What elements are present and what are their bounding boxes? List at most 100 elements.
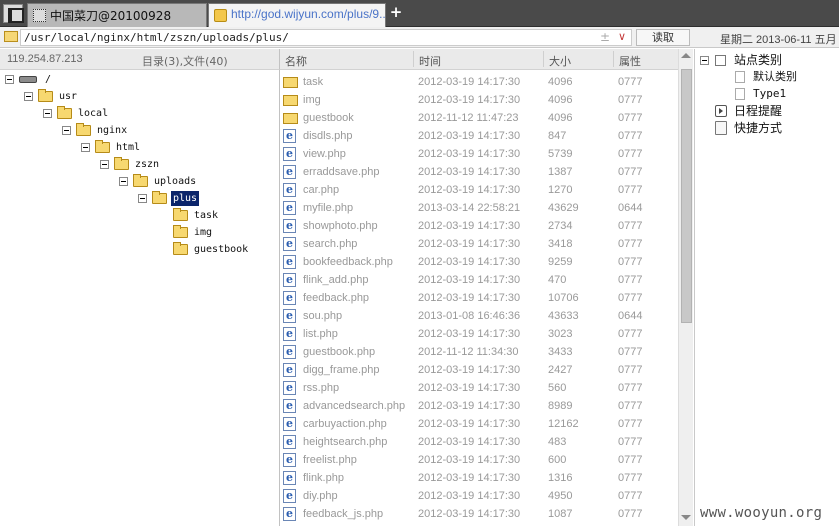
file-row[interactable]: erraddsave.php 2012-03-19 14:17:30 1387 077… bbox=[280, 163, 678, 181]
folder-icon bbox=[114, 157, 129, 170]
plus-minus-icon[interactable]: ± bbox=[600, 30, 610, 44]
tree-label: plus bbox=[171, 191, 200, 206]
collapse-icon[interactable] bbox=[24, 92, 33, 101]
collapse-icon[interactable] bbox=[81, 143, 90, 152]
scroll-thumb[interactable] bbox=[681, 69, 692, 323]
file-time: 2012-03-19 14:17:30 bbox=[418, 472, 521, 484]
file-size: 1270 bbox=[548, 184, 573, 196]
collapse-icon[interactable] bbox=[62, 126, 71, 135]
directory-tree: / usr local nginx html zszn uploads plus… bbox=[0, 70, 280, 526]
scroll-down-icon[interactable] bbox=[681, 515, 691, 520]
file-size: 1316 bbox=[548, 472, 573, 484]
file-row[interactable]: carbuyaction.php 2012-03-19 14:17:30 12162… bbox=[280, 415, 678, 433]
file-name: guestbook bbox=[303, 112, 354, 124]
file-row[interactable]: task 2012-03-19 14:17:30 4096 0777 bbox=[280, 73, 678, 91]
php-file-icon bbox=[283, 271, 296, 289]
collapse-icon[interactable] bbox=[119, 177, 128, 186]
path-input[interactable]: /usr/local/nginx/html/zszn/uploads/plus/ bbox=[20, 29, 632, 46]
collapse-icon[interactable] bbox=[138, 194, 147, 203]
file-perm: 0777 bbox=[618, 76, 643, 88]
php-file-icon bbox=[283, 433, 296, 451]
column-header-name[interactable]: 名称 bbox=[285, 53, 307, 69]
column-header-perm[interactable]: 属性 bbox=[619, 53, 641, 69]
file-row[interactable]: flink_add.php 2012-03-19 14:17:30 470 0777 bbox=[280, 271, 678, 289]
file-size: 560 bbox=[548, 382, 567, 394]
collapse-icon[interactable] bbox=[43, 109, 52, 118]
collapse-icon[interactable] bbox=[700, 56, 709, 65]
file-name: showphoto.php bbox=[303, 220, 378, 232]
file-perm: 0777 bbox=[618, 400, 643, 412]
file-perm: 0777 bbox=[618, 454, 643, 466]
file-size: 12162 bbox=[548, 418, 579, 430]
file-perm: 0777 bbox=[618, 364, 643, 376]
file-time: 2012-03-19 14:17:30 bbox=[418, 418, 521, 430]
php-file-icon bbox=[283, 451, 296, 469]
php-file-icon bbox=[283, 289, 296, 307]
file-row[interactable]: car.php 2012-03-19 14:17:30 1270 0777 bbox=[280, 181, 678, 199]
file-list-scrollbar[interactable] bbox=[678, 49, 693, 526]
column-divider[interactable] bbox=[413, 51, 414, 67]
file-row[interactable]: sou.php 2013-01-08 16:46:36 43633 0644 bbox=[280, 307, 678, 325]
file-row[interactable]: guestbook 2012-11-12 11:47:23 4096 0777 bbox=[280, 109, 678, 127]
php-file-icon bbox=[283, 181, 296, 199]
window-menu-icon[interactable] bbox=[3, 4, 24, 23]
file-row[interactable]: flink.php 2012-03-19 14:17:30 1316 0777 bbox=[280, 469, 678, 487]
file-row[interactable]: advancedsearch.php 2012-03-19 14:17:30 898… bbox=[280, 397, 678, 415]
file-row[interactable]: list.php 2012-03-19 14:17:30 3023 0777 bbox=[280, 325, 678, 343]
file-perm: 0777 bbox=[618, 148, 643, 160]
file-name: advancedsearch.php bbox=[303, 400, 406, 412]
file-row[interactable]: feedback.php 2012-03-19 14:17:30 10706 0777 bbox=[280, 289, 678, 307]
file-row[interactable]: digg_frame.php 2012-03-19 14:17:30 2427 077… bbox=[280, 361, 678, 379]
file-row[interactable]: img 2012-03-19 14:17:30 4096 0777 bbox=[280, 91, 678, 109]
folder-icon bbox=[76, 123, 91, 136]
tree-label: guestbook bbox=[194, 244, 249, 255]
new-tab-button[interactable]: + bbox=[389, 5, 403, 21]
file-row[interactable]: search.php 2012-03-19 14:17:30 3418 0777 bbox=[280, 235, 678, 253]
tab-url[interactable]: http://god.wijyun.com/plus/9... bbox=[208, 3, 386, 27]
file-perm: 0777 bbox=[618, 508, 643, 520]
file-time: 2012-03-19 14:17:30 bbox=[418, 184, 521, 196]
app-icon bbox=[33, 9, 46, 22]
file-row[interactable]: diy.php 2012-03-19 14:17:30 4950 0777 bbox=[280, 487, 678, 505]
file-row[interactable]: freelist.php 2012-03-19 14:17:30 600 0777 bbox=[280, 451, 678, 469]
file-row[interactable]: view.php 2012-03-19 14:17:30 5739 0777 bbox=[280, 145, 678, 163]
file-time: 2013-01-08 16:46:36 bbox=[418, 310, 521, 322]
file-perm: 0777 bbox=[618, 274, 643, 286]
file-row[interactable]: myfile.php 2013-03-14 22:58:21 43629 0644 bbox=[280, 199, 678, 217]
file-time: 2012-03-19 14:17:30 bbox=[418, 508, 521, 520]
column-header-time[interactable]: 时间 bbox=[419, 53, 441, 69]
tab-label: http://god.wijyun.com/plus/9... bbox=[231, 7, 386, 21]
folder-icon bbox=[173, 208, 188, 221]
file-row[interactable]: showphoto.php 2012-03-19 14:17:30 2734 0777 bbox=[280, 217, 678, 235]
scroll-up-icon[interactable] bbox=[681, 53, 691, 58]
chevron-down-icon[interactable]: ∨ bbox=[618, 30, 626, 43]
php-file-icon bbox=[283, 415, 296, 433]
collapse-icon[interactable] bbox=[100, 160, 109, 169]
file-size: 2734 bbox=[548, 220, 573, 232]
file-row[interactable]: guestbook.php 2012-11-12 11:34:30 3433 0777 bbox=[280, 343, 678, 361]
file-row[interactable]: rss.php 2012-03-19 14:17:30 560 0777 bbox=[280, 379, 678, 397]
info-bar: 119.254.87.213 目录(3),文件(40) bbox=[0, 49, 280, 70]
drive-icon bbox=[19, 76, 37, 83]
collapse-icon[interactable] bbox=[5, 75, 14, 84]
file-row[interactable]: disdls.php 2012-03-19 14:17:30 847 0777 bbox=[280, 127, 678, 145]
file-perm: 0777 bbox=[618, 238, 643, 250]
tree-label: uploads bbox=[154, 176, 197, 187]
file-row[interactable]: feedback_js.php 2012-03-19 14:17:30 1087 07… bbox=[280, 505, 678, 523]
file-name: search.php bbox=[303, 238, 358, 250]
php-file-icon bbox=[283, 505, 296, 523]
column-divider[interactable] bbox=[543, 51, 544, 67]
php-file-icon bbox=[283, 127, 296, 145]
file-perm: 0777 bbox=[618, 346, 643, 358]
file-time: 2012-03-19 14:17:30 bbox=[418, 436, 521, 448]
file-row[interactable]: heightsearch.php 2012-03-19 14:17:30 483 07… bbox=[280, 433, 678, 451]
column-divider[interactable] bbox=[613, 51, 614, 67]
file-row[interactable]: bookfeedback.php 2012-03-19 14:17:30 9259 0… bbox=[280, 253, 678, 271]
file-size: 43629 bbox=[548, 202, 579, 214]
file-time: 2012-03-19 14:17:30 bbox=[418, 400, 521, 412]
tab-caidao[interactable]: 中国菜刀@20100928 bbox=[27, 3, 207, 27]
read-button[interactable]: 读取 bbox=[636, 29, 690, 46]
column-header-size[interactable]: 大小 bbox=[549, 53, 571, 69]
file-time: 2012-03-19 14:17:30 bbox=[418, 238, 521, 250]
file-perm: 0777 bbox=[618, 472, 643, 484]
